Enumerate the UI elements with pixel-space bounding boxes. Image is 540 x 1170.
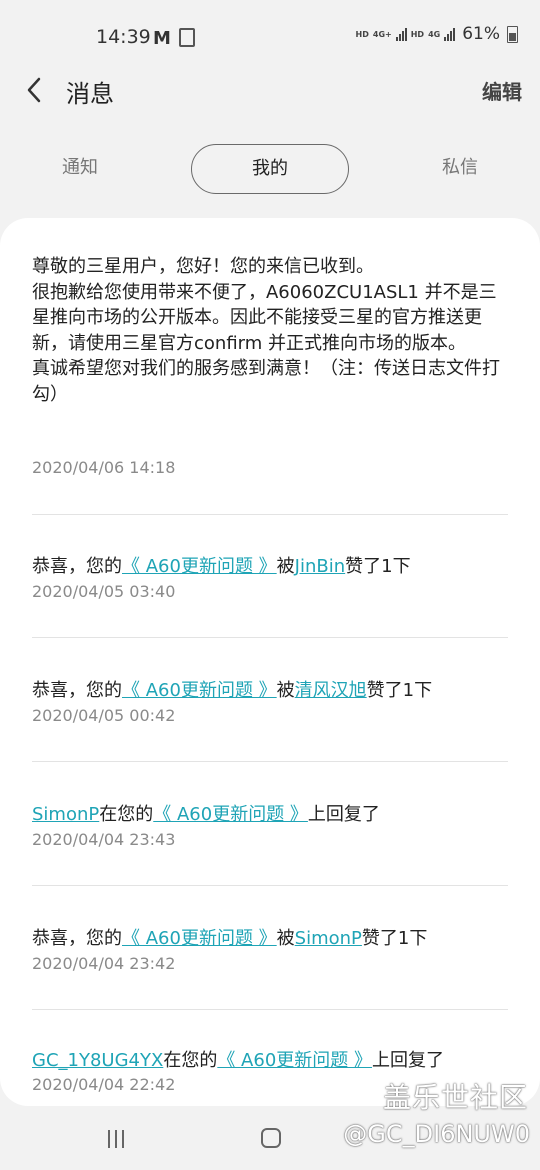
list-item[interactable]: 恭喜，您的《 A60更新问题 》被清风汉旭赞了1下	[32, 676, 432, 702]
home-icon[interactable]	[261, 1128, 281, 1148]
message-timestamp: 2020/04/06 14:18	[32, 458, 176, 477]
message-timestamp: 2020/04/04 22:42	[32, 1075, 176, 1094]
tab-private-messages[interactable]: 私信	[420, 144, 500, 192]
user-link[interactable]: 清风汉旭	[295, 680, 367, 701]
user-link[interactable]: JinBin	[295, 556, 345, 577]
user-link[interactable]: GC_1Y8UG4YX	[32, 1050, 163, 1071]
divider	[32, 1009, 508, 1010]
message-text: 被	[276, 928, 295, 949]
message-text: 赞了1下	[345, 556, 411, 577]
message-text: 被	[276, 556, 295, 577]
battery-icon	[507, 25, 518, 43]
divider	[32, 761, 508, 762]
divider	[32, 514, 508, 515]
system-message-line: 很抱歉给您使用带来不便了，A6060ZCU1ASL1 并不是三星推向市场的公开版…	[32, 281, 497, 354]
post-link[interactable]: 《 A60更新问题 》	[153, 804, 308, 825]
message-timestamp: 2020/04/05 03:40	[32, 582, 176, 601]
message-text: 在您的	[99, 804, 154, 825]
post-link[interactable]: 《 A60更新问题 》	[122, 680, 277, 701]
list-item[interactable]: 恭喜，您的《 A60更新问题 》被SimonP赞了1下	[32, 924, 427, 950]
divider	[32, 637, 508, 638]
message-text: 赞了1下	[366, 680, 433, 701]
message-list: 尊敬的三星用户，您好！您的来信已收到。 很抱歉给您使用带来不便了，A6060ZC…	[0, 218, 540, 1106]
message-timestamp: 2020/04/04 23:42	[32, 954, 176, 973]
back-arrow-icon[interactable]	[24, 76, 46, 104]
recents-icon[interactable]	[108, 1130, 124, 1148]
hd-icon-2: HD	[410, 29, 425, 39]
system-message-line: 尊敬的三星用户，您好！您的来信已收到。	[32, 256, 374, 277]
4g-plus-icon: 4G+	[372, 29, 392, 39]
user-link[interactable]: SimonP	[295, 928, 362, 949]
list-item[interactable]: 恭喜，您的《 A60更新问题 》被JinBin赞了1下	[32, 552, 411, 578]
message-text: 恭喜，您的	[32, 928, 122, 949]
navigation-bar	[0, 1106, 540, 1170]
list-item[interactable]: GC_1Y8UG4YX在您的《 A60更新问题 》上回复了	[32, 1046, 444, 1072]
4g-icon: 4G	[428, 29, 441, 39]
tab-bar: 通知 我的 私信	[0, 144, 540, 194]
page-title: 消息	[66, 80, 114, 108]
system-message[interactable]: 尊敬的三星用户，您好！您的来信已收到。 很抱歉给您使用带来不便了，A6060ZC…	[32, 254, 512, 407]
message-timestamp: 2020/04/05 00:42	[32, 706, 176, 725]
status-time: 14:39	[96, 26, 151, 48]
message-text: 上回复了	[372, 1050, 444, 1071]
user-link[interactable]: SimonP	[32, 804, 99, 825]
message-text: 在您的	[163, 1050, 218, 1071]
signal-icon	[395, 27, 407, 41]
message-text: 上回复了	[307, 804, 380, 825]
gmail-icon: M	[153, 28, 171, 49]
post-link[interactable]: 《 A60更新问题 》	[122, 556, 277, 577]
clipboard-icon	[179, 28, 195, 47]
app-header: 消息 编辑	[0, 60, 540, 120]
hd-icon: HD	[355, 29, 369, 39]
post-link[interactable]: 《 A60更新问题 》	[122, 928, 277, 949]
status-indicators: HD 4G+ HD 4G 61%	[356, 24, 518, 44]
message-text: 赞了1下	[361, 928, 428, 949]
battery-percent: 61%	[462, 24, 500, 44]
list-item[interactable]: SimonP在您的《 A60更新问题 》上回复了	[32, 800, 380, 826]
edit-button[interactable]: 编辑	[482, 76, 522, 105]
tab-mine[interactable]: 我的	[191, 144, 349, 194]
tab-notifications[interactable]: 通知	[40, 144, 120, 192]
divider	[32, 885, 508, 886]
post-link[interactable]: 《 A60更新问题 》	[217, 1050, 372, 1071]
message-timestamp: 2020/04/04 23:43	[32, 830, 176, 849]
system-message-line: 真诚希望您对我们的服务感到满意！（注：传送日志文件打勾）	[32, 358, 500, 405]
signal-icon-2	[444, 27, 456, 41]
message-text: 恭喜，您的	[32, 680, 122, 701]
message-text: 被	[276, 680, 295, 701]
message-text: 恭喜，您的	[32, 556, 122, 577]
